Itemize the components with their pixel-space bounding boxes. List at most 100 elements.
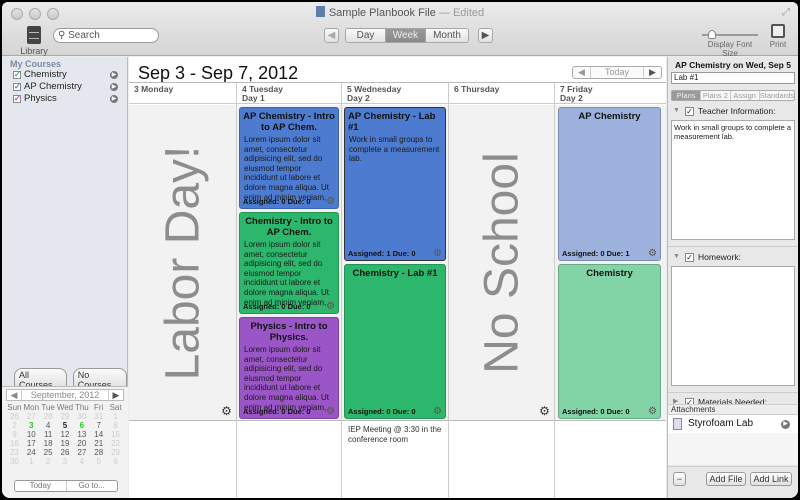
calendar-day[interactable]: 30 — [6, 457, 23, 466]
fullscreen-icon[interactable]: ⤢ — [782, 7, 790, 18]
course-checkbox[interactable]: ✓ — [13, 71, 21, 79]
homework-text[interactable] — [671, 266, 795, 386]
calendar-day[interactable]: 10 — [23, 430, 40, 439]
minical-goto-button[interactable]: Go to... — [67, 481, 118, 491]
day-note[interactable] — [555, 422, 666, 498]
library-button[interactable]: Library — [18, 26, 50, 56]
gear-icon[interactable]: ⚙ — [326, 196, 335, 207]
gear-icon[interactable]: ⚙ — [433, 406, 442, 417]
calendar-day[interactable]: 25 — [40, 448, 57, 457]
calendar-day[interactable]: 23 — [6, 448, 23, 457]
calendar-day[interactable]: 21 — [90, 439, 107, 448]
calendar-day[interactable]: 11 — [40, 430, 57, 439]
font-size-slider[interactable] — [700, 28, 760, 40]
calendar-day[interactable]: 2 — [6, 421, 23, 430]
lesson-card-ap-chemistry[interactable]: AP Chemistry - Intro to AP Chem. Lorem i… — [239, 107, 339, 209]
homework-checkbox[interactable]: ✓ — [685, 253, 694, 262]
view-week-tab[interactable]: Week — [386, 29, 426, 42]
week-prev-button[interactable]: ◀ — [573, 67, 591, 78]
calendar-day[interactable]: 1 — [107, 412, 124, 421]
calendar-day[interactable]: 6 — [73, 421, 90, 430]
day-lessons[interactable]: No School ⚙ — [449, 105, 554, 421]
tab-assign[interactable]: Assign — [731, 91, 760, 100]
course-item-ap-chemistry[interactable]: ✓ AP Chemistry ▶ — [2, 81, 127, 93]
course-item-chemistry[interactable]: ✓ Chemistry ▶ — [2, 69, 127, 81]
add-file-button[interactable]: Add File — [706, 472, 746, 486]
tab-plans-2[interactable]: Plans 2 — [701, 91, 731, 100]
gear-icon[interactable]: ⚙ — [648, 248, 657, 259]
calendar-day[interactable]: 1 — [23, 457, 40, 466]
gear-icon[interactable]: ⚙ — [326, 406, 335, 417]
view-month-tab[interactable]: Month — [426, 29, 468, 42]
calendar-day[interactable]: 15 — [107, 430, 124, 439]
calendar-day[interactable]: 9 — [6, 430, 23, 439]
go-arrow-icon[interactable]: ▶ — [110, 95, 118, 103]
teacher-info-text[interactable]: Work in small groups to complete a measu… — [671, 120, 795, 240]
calendar-day[interactable]: 3 — [23, 421, 40, 430]
calendar-day[interactable]: 28 — [40, 412, 57, 421]
week-today-button[interactable]: Today — [591, 67, 643, 78]
go-arrow-icon[interactable]: ▶ — [781, 420, 790, 429]
attachment-item[interactable]: Styrofoam Lab ▶ — [668, 415, 798, 433]
lesson-card-chemistry[interactable]: Chemistry Assigned: 0 Due: 0 ⚙ — [558, 264, 661, 419]
go-arrow-icon[interactable]: ▶ — [110, 83, 118, 91]
view-day-tab[interactable]: Day — [346, 29, 386, 42]
calendar-day[interactable]: 12 — [57, 430, 74, 439]
lesson-name-field[interactable]: Lab #1 — [671, 72, 795, 84]
calendar-day[interactable]: 19 — [57, 439, 74, 448]
calendar-day[interactable]: 13 — [73, 430, 90, 439]
course-item-physics[interactable]: ✓ Physics ▶ — [2, 93, 127, 105]
day-note[interactable] — [449, 422, 554, 498]
lesson-card-chemistry[interactable]: Chemistry - Intro to AP Chem. Lorem ipsu… — [239, 212, 339, 314]
disclosure-triangle-icon[interactable]: ▼ — [673, 104, 680, 118]
calendar-day[interactable]: 29 — [107, 448, 124, 457]
calendar-day[interactable]: 7 — [90, 421, 107, 430]
minical-today-button[interactable]: Today — [15, 481, 67, 491]
lesson-card-ap-chemistry-selected[interactable]: AP Chemistry - Lab #1 Work in small grou… — [344, 107, 446, 261]
tab-plans[interactable]: Plans — [672, 91, 702, 100]
calendar-day[interactable]: 8 — [107, 421, 124, 430]
tab-standards[interactable]: Standards — [760, 91, 794, 100]
go-arrow-icon[interactable]: ▶ — [110, 71, 118, 79]
calendar-day[interactable]: 20 — [73, 439, 90, 448]
calendar-day[interactable]: 29 — [57, 412, 74, 421]
calendar-day[interactable]: 5 — [90, 457, 107, 466]
add-link-button[interactable]: Add Link — [750, 472, 792, 486]
calendar-day[interactable]: 26 — [6, 412, 23, 421]
disclosure-triangle-icon[interactable]: ▼ — [673, 250, 680, 264]
calendar-day[interactable]: 3 — [57, 457, 74, 466]
calendar-day[interactable]: 27 — [23, 412, 40, 421]
minical-prev-button[interactable]: ◀ — [7, 390, 21, 400]
prev-button[interactable]: ◀ — [324, 28, 339, 43]
calendar-day[interactable]: 16 — [6, 439, 23, 448]
calendar-day[interactable]: 24 — [23, 448, 40, 457]
gear-icon[interactable]: ⚙ — [326, 301, 335, 312]
minical-next-button[interactable]: ▶ — [109, 390, 123, 400]
lesson-card-physics[interactable]: Physics - Intro to Physics. Lorem ipsum … — [239, 317, 339, 419]
calendar-day[interactable]: 18 — [40, 439, 57, 448]
slider-knob[interactable] — [708, 30, 716, 39]
lesson-card-ap-chemistry[interactable]: AP Chemistry Assigned: 0 Due: 1 ⚙ — [558, 107, 661, 261]
calendar-day[interactable]: 4 — [73, 457, 90, 466]
calendar-day[interactable]: 27 — [73, 448, 90, 457]
course-checkbox[interactable]: ✓ — [13, 83, 21, 91]
calendar-day[interactable]: 5 — [57, 421, 74, 430]
calendar-day[interactable]: 4 — [40, 421, 57, 430]
calendar-day[interactable]: 22 — [107, 439, 124, 448]
calendar-day[interactable]: 6 — [107, 457, 124, 466]
week-next-button[interactable]: ▶ — [643, 67, 661, 78]
course-checkbox[interactable]: ✓ — [13, 95, 21, 103]
calendar-day[interactable]: 30 — [73, 412, 90, 421]
day-note[interactable] — [237, 422, 341, 498]
print-button[interactable]: Print — [766, 24, 790, 49]
gear-icon[interactable]: ⚙ — [433, 248, 442, 259]
gear-icon[interactable]: ⚙ — [539, 405, 550, 417]
lesson-card-chemistry[interactable]: Chemistry - Lab #1 Assigned: 0 Due: 0 ⚙ — [344, 264, 446, 419]
day-lessons[interactable]: Labor Day! ⚙ — [129, 105, 236, 421]
gear-icon[interactable]: ⚙ — [221, 405, 232, 417]
day-note[interactable] — [129, 422, 236, 498]
calendar-day[interactable]: 17 — [23, 439, 40, 448]
teacher-info-checkbox[interactable]: ✓ — [685, 107, 694, 116]
calendar-day[interactable]: 2 — [40, 457, 57, 466]
day-note[interactable]: IEP Meeting @ 3:30 in the conference roo… — [342, 422, 448, 498]
